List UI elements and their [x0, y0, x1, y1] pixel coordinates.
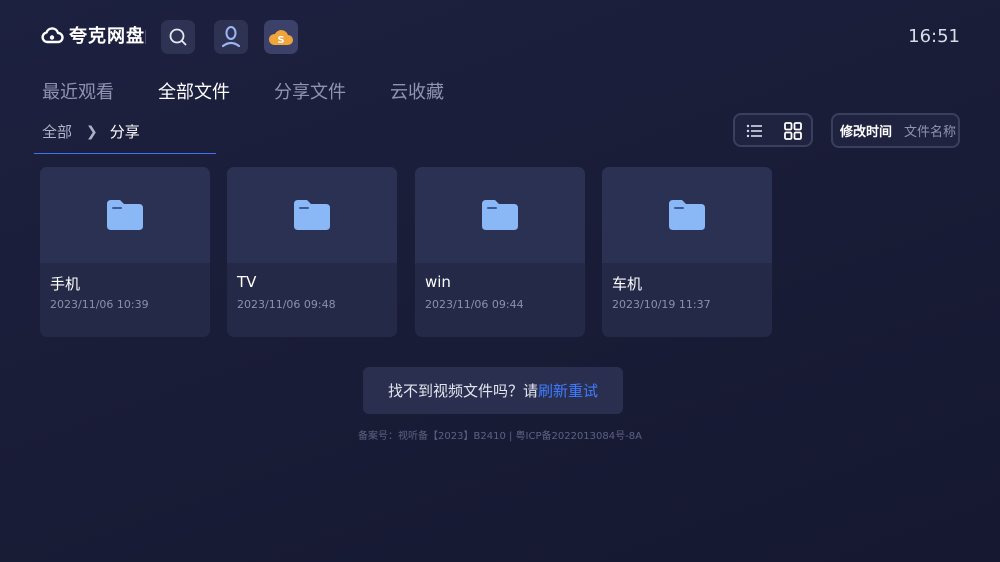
- folder-date: 2023/11/06 09:44: [425, 298, 524, 311]
- tab-recent[interactable]: 最近观看: [42, 78, 114, 104]
- sort-selector: 修改时间 文件名称: [831, 113, 960, 148]
- folder-thumb: [602, 167, 772, 263]
- folder-icon: [107, 200, 143, 230]
- app-logo: 夸克网盘: [40, 22, 145, 48]
- app-name: 夸克网盘: [69, 26, 145, 47]
- list-view-icon[interactable]: [746, 122, 764, 140]
- header-divider: [145, 30, 146, 44]
- folder-name: 手机: [50, 275, 81, 293]
- main-tabs: 最近观看 全部文件 分享文件 云收藏: [42, 78, 488, 104]
- folder-date: 2023/11/06 09:48: [237, 298, 336, 311]
- folder-thumb: [40, 167, 210, 263]
- folder-thumb: [227, 167, 397, 263]
- refresh-notice: 找不到视频文件吗？请 刷新重试: [363, 367, 623, 414]
- cloud-s-icon: S: [268, 30, 293, 46]
- folder-name: win: [425, 273, 451, 291]
- icp-license: 备案号：视听备【2023】B2410 | 粤ICP备2022013084号-8A: [358, 431, 642, 442]
- folder-card[interactable]: 手机 2023/11/06 10:39: [40, 167, 210, 337]
- folder-icon: [669, 200, 705, 230]
- breadcrumb-current: 分享: [109, 123, 140, 141]
- folder-name: 车机: [612, 275, 643, 293]
- folder-card[interactable]: win 2023/11/06 09:44: [415, 167, 585, 337]
- sort-by-modified[interactable]: 修改时间: [840, 121, 892, 140]
- clock: 16:51: [908, 26, 960, 47]
- folder-name: TV: [237, 273, 257, 291]
- breadcrumb-root[interactable]: 全部: [42, 121, 72, 142]
- tab-cloud-favorites[interactable]: 云收藏: [390, 78, 444, 104]
- svg-text:S: S: [277, 35, 284, 46]
- folder-icon: [294, 200, 330, 230]
- sort-by-name[interactable]: 文件名称: [904, 121, 956, 140]
- top-bar: 夸克网盘 S 16:51: [40, 18, 960, 54]
- user-button[interactable]: [214, 20, 248, 54]
- breadcrumb-underline: [34, 153, 216, 154]
- user-avatar-icon: [221, 26, 241, 48]
- folder-card[interactable]: TV 2023/11/06 09:48: [227, 167, 397, 337]
- refresh-link[interactable]: 刷新重试: [538, 380, 598, 401]
- cloud-service-button[interactable]: S: [264, 20, 298, 54]
- chevron-right-icon: ❯: [86, 123, 98, 140]
- breadcrumb: 全部 ❯ 分享: [42, 121, 140, 142]
- refresh-notice-text: 找不到视频文件吗？请: [387, 382, 538, 400]
- folder-thumb: [415, 167, 585, 263]
- view-toggle: [733, 113, 813, 147]
- folder-card[interactable]: 车机 2023/10/19 11:37: [602, 167, 772, 337]
- search-icon: [169, 28, 187, 46]
- folder-date: 2023/10/19 11:37: [612, 298, 711, 311]
- cloud-logo-icon: [41, 27, 64, 44]
- grid-view-icon[interactable]: [784, 122, 802, 140]
- tab-shared-files[interactable]: 分享文件: [274, 78, 346, 104]
- folder-date: 2023/11/06 10:39: [50, 298, 149, 311]
- folder-icon: [482, 200, 518, 230]
- search-button[interactable]: [161, 20, 195, 54]
- tab-all-files[interactable]: 全部文件: [158, 78, 230, 104]
